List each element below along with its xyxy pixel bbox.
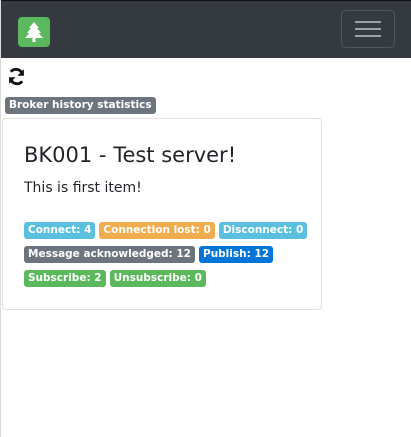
stats-badges: Connect: 4 Connection lost: 0 Disconnect… — [24, 222, 314, 294]
hamburger-menu-icon — [355, 21, 381, 37]
tree-icon — [25, 22, 43, 42]
card-text: This is first item! — [24, 180, 142, 196]
navbar — [1, 0, 411, 58]
refresh-icon — [8, 67, 24, 85]
disconnect-badge: Disconnect: 0 — [218, 222, 308, 239]
brand-logo[interactable] — [18, 17, 50, 47]
badge-row: Connect: 4 Connection lost: 0 Disconnect… — [24, 222, 314, 239]
publish-badge: Publish: 12 — [199, 246, 274, 263]
card-title: BK001 - Test server! — [24, 143, 237, 167]
subscribe-badge: Subscribe: 2 — [24, 270, 106, 287]
broker-card: BK001 - Test server! This is first item!… — [2, 118, 322, 310]
message-acknowledged-badge: Message acknowledged: 12 — [24, 246, 195, 263]
section-badge: Broker history statistics — [5, 97, 156, 114]
badge-row: Subscribe: 2 Unsubscribe: 0 — [24, 270, 314, 287]
connection-lost-badge: Connection lost: 0 — [99, 222, 215, 239]
navbar-toggler-button[interactable] — [341, 10, 395, 48]
connect-badge: Connect: 4 — [24, 222, 96, 239]
refresh-button[interactable] — [6, 66, 26, 86]
unsubscribe-badge: Unsubscribe: 0 — [109, 270, 206, 287]
badge-row: Message acknowledged: 12 Publish: 12 — [24, 246, 314, 263]
